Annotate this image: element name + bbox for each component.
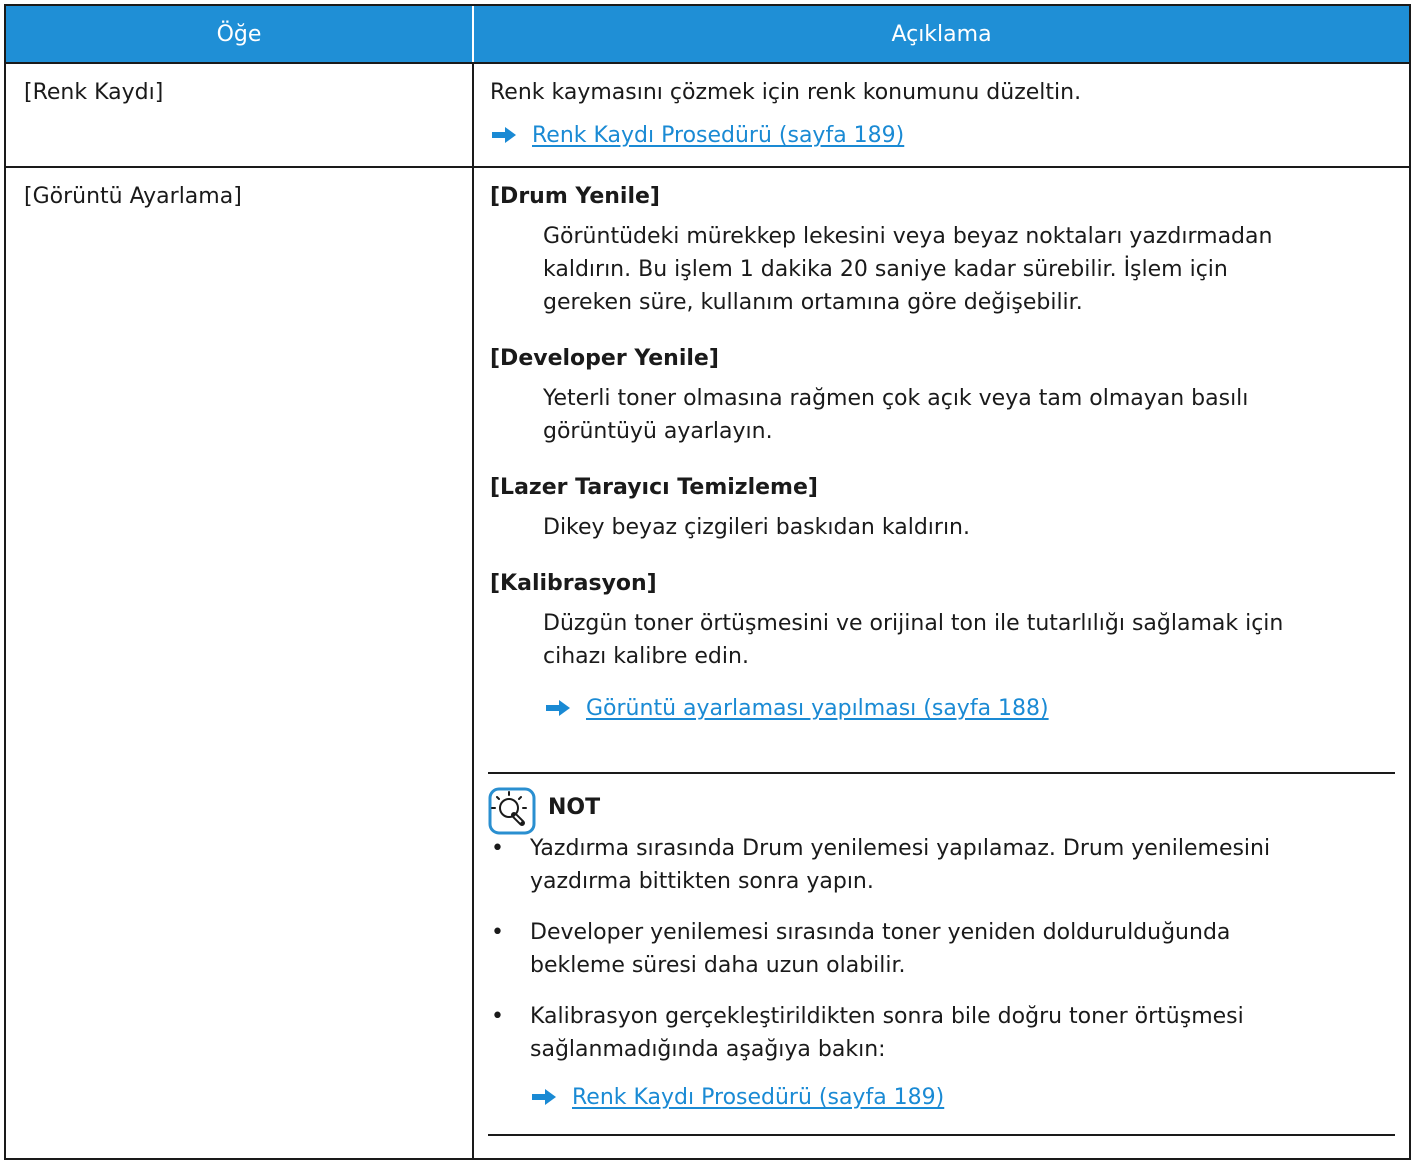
note-bullet-line: yazdırma bittikten sonra yapın. xyxy=(530,869,874,894)
arrow-right-icon xyxy=(532,1089,556,1105)
bullet-icon: • xyxy=(491,836,504,861)
link-renk-kaydi-proseduru[interactable]: Renk Kaydı Prosedürü (sayfa 189) xyxy=(532,119,904,152)
arrow-right-icon xyxy=(492,127,516,143)
note-top-rule xyxy=(488,772,1395,774)
settings-table: Öğe Açıklama [Renk Kaydı] Renk kaymasını… xyxy=(4,4,1411,1160)
section-title-kalibrasyon: [Kalibrasyon] xyxy=(490,571,657,596)
table-header: Öğe Açıklama xyxy=(6,6,1409,62)
row-item-renk-kaydi: [Renk Kaydı] xyxy=(24,80,164,105)
arrow-right-icon xyxy=(546,700,570,716)
section-text-line: gereken süre, kullanım ortamına göre değ… xyxy=(543,290,1083,315)
note-bullet-line: Developer yenilemesi sırasında toner yen… xyxy=(530,920,1231,945)
bullet-icon: • xyxy=(491,1004,504,1029)
note-bottom-rule xyxy=(488,1134,1395,1136)
section-text-line: Yeterli toner olmasına rağmen çok açık v… xyxy=(543,386,1249,411)
section-text-line: görüntüyü ayarlayın. xyxy=(543,419,773,444)
note-bullet-line: bekleme süresi daha uzun olabilir. xyxy=(530,953,906,978)
section-title-developer-yenile: [Developer Yenile] xyxy=(490,346,719,371)
lightbulb-note-icon xyxy=(488,787,536,835)
note-bullet-line: sağlanmadığında aşağıya bakın: xyxy=(530,1037,886,1062)
section-text-line: Dikey beyaz çizgileri baskıdan kaldırın. xyxy=(543,515,970,540)
link-note-renk-kaydi[interactable]: Renk Kaydı Prosedürü (sayfa 189) xyxy=(572,1081,944,1114)
row-item-goruntu-ayarlama: [Görüntü Ayarlama] xyxy=(24,184,242,209)
note-title: NOT xyxy=(548,795,601,820)
link-goruntu-ayarlamasi[interactable]: Görüntü ayarlaması yapılması (sayfa 188) xyxy=(586,692,1049,725)
header-description: Açıklama xyxy=(472,6,1409,62)
header-divider xyxy=(6,62,1409,64)
note-bullet-line: Yazdırma sırasında Drum yenilemesi yapıl… xyxy=(530,836,1271,861)
header-item: Öğe xyxy=(6,6,472,62)
section-title-lazer-tarayici-temizleme: [Lazer Tarayıcı Temizleme] xyxy=(490,475,818,500)
bullet-icon: • xyxy=(491,920,504,945)
section-text-line: Düzgün toner örtüşmesini ve orijinal ton… xyxy=(543,611,1284,636)
row-divider xyxy=(6,166,1409,168)
section-text-line: kaldırın. Bu işlem 1 dakika 20 saniye ka… xyxy=(543,257,1228,282)
section-text-line: cihazı kalibre edin. xyxy=(543,644,749,669)
column-divider xyxy=(472,62,474,1158)
note-bullet-line: Kalibrasyon gerçekleştirildikten sonra b… xyxy=(530,1004,1244,1029)
section-title-drum-yenile: [Drum Yenile] xyxy=(490,184,660,209)
row-description: Renk kaymasını çözmek için renk konumunu… xyxy=(490,80,1082,105)
section-text-line: Görüntüdeki mürekkep lekesini veya beyaz… xyxy=(543,224,1273,249)
